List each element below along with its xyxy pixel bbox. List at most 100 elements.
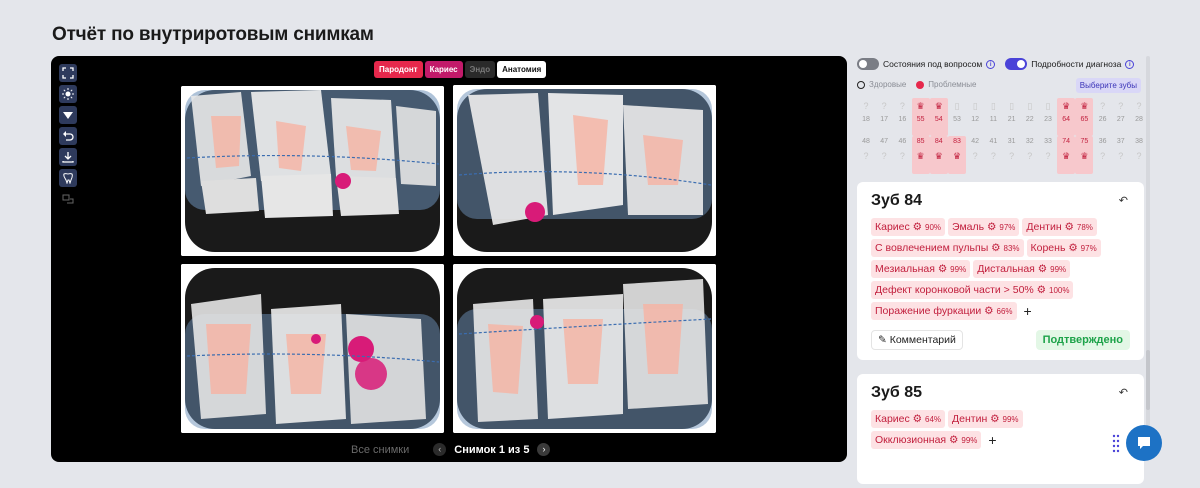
tooth-unknown-icon: ▯ [990,101,996,111]
prev-image-button[interactable]: ‹ [433,443,447,456]
diagnosis-tag[interactable]: Корень ⚙ 97% [1026,239,1101,257]
tag-confidence: 64% [925,415,942,424]
tooth-37[interactable]: 37? [1112,136,1130,174]
tooth-41[interactable]: 41? [984,136,1002,174]
xray-image-4[interactable] [453,264,716,433]
tooth-12[interactable]: ▯ 12 [966,98,984,136]
tooth-54[interactable]: ♛ 54 [929,98,948,136]
filter-tab-caries[interactable]: Кариес [424,61,463,78]
drag-grip-icon[interactable] [1112,434,1120,454]
tooth-legend: Здоровые Проблемные [857,80,976,89]
diagnosis-tag[interactable]: Дистальная ⚙ 99% [973,260,1071,278]
select-teeth-button[interactable]: Выберите зубы [1075,78,1141,93]
xray-image-1[interactable] [181,86,444,256]
xray-viewer[interactable]: Пародонт Кариес Эндо Анатомия Все снимки… [51,56,847,462]
tooth-55[interactable]: ♛ 55 [911,98,930,136]
tooth-32[interactable]: 32? [1021,136,1039,174]
next-image-button[interactable]: › [537,443,551,456]
tooth-75[interactable]: 75 ♛ [1075,136,1094,174]
diagnosis-tag[interactable]: Поражение фуркации ⚙ 66% [871,302,1017,320]
diagnosis-tag[interactable]: Окклюзионная ⚙ 99% [871,431,982,449]
tooth-problem-icon: ♛ [1080,151,1089,161]
add-tag-button[interactable]: + [1020,302,1036,320]
filter-button[interactable] [59,106,77,124]
tooth-unknown-icon: ? [863,151,869,161]
tooth-74[interactable]: 74 ♛ [1057,136,1076,174]
questionable-toggle[interactable] [857,58,879,70]
tooth-16[interactable]: ? 16 [893,98,911,136]
swap-button[interactable] [59,190,77,208]
tooth-84[interactable]: 84 ♛ [929,136,948,174]
tooth-46[interactable]: 46? [893,136,911,174]
tooth-33[interactable]: 33? [1039,136,1057,174]
tooth-23[interactable]: ▯ 23 [1039,98,1057,136]
tooth-31[interactable]: 31? [1003,136,1021,174]
tooth-18[interactable]: ? 18 [857,98,875,136]
tooth-number: 54 [934,116,943,123]
tooth-number: 37 [1116,138,1125,145]
tooth-search-button[interactable] [59,169,77,187]
diagnosis-tag[interactable]: Кариес ⚙ 64% [871,410,946,428]
details-toggle[interactable] [1005,58,1028,70]
diagnosis-tag[interactable]: Дентин ⚙ 78% [1022,218,1097,236]
tooth-64[interactable]: ♛ 64 [1057,98,1076,136]
tooth-number: 84 [934,138,943,145]
tooth-83[interactable]: 83 ♛ [948,136,966,174]
info-icon[interactable]: i [986,59,996,69]
tooth-85[interactable]: 85 ♛ [911,136,930,174]
xray-image-3[interactable] [181,264,444,433]
download-icon [62,152,74,163]
tooth-unknown-icon: ? [881,101,887,111]
tooth-11[interactable]: ▯ 11 [984,98,1002,136]
info-icon[interactable]: i [1125,59,1135,69]
panel-scrollbar[interactable] [1146,56,1150,446]
tooth-number: 47 [880,138,889,145]
filter-tab-periodontal[interactable]: Пародонт [374,61,423,78]
filter-tab-anatomy[interactable]: Анатомия [497,61,547,78]
tooth-36[interactable]: 36? [1094,136,1112,174]
filter-tab-endo[interactable]: Эндо [464,61,496,78]
diagnosis-tag[interactable]: Дентин ⚙ 99% [948,410,1023,428]
tooth-unknown-icon: ? [899,151,905,161]
tooth-unknown-icon: ? [1100,151,1106,161]
tag-label: Мезиальная [875,263,935,275]
tooth-number: 42 [971,138,980,145]
add-tag-button[interactable]: + [984,431,1000,449]
tooth-search-icon [63,173,73,184]
tooth-42[interactable]: 42? [966,136,984,174]
xray-image-2[interactable] [453,85,716,256]
tooth-27[interactable]: ? 27 [1112,98,1130,136]
undo-button[interactable] [59,127,77,145]
diagnosis-tag[interactable]: Дефект коронковой части > 50% ⚙ 100% [871,281,1074,299]
diagnosis-tag[interactable]: С вовлечением пульпы ⚙ 83% [871,239,1024,257]
diagnosis-tag[interactable]: Кариес ⚙ 90% [871,218,946,236]
diagnosis-tag[interactable]: Эмаль ⚙ 97% [948,218,1020,236]
tooth-48[interactable]: 48? [857,136,875,174]
tooth-17[interactable]: ? 17 [875,98,893,136]
tag-label: С вовлечением пульпы [875,242,989,254]
tooth-problem-icon: ♛ [952,151,962,161]
all-images-link[interactable]: Все снимки [351,444,409,456]
tag-confidence: 66% [996,307,1013,316]
tooth-number: 75 [1080,138,1089,145]
tag-label: Дефект коронковой части > 50% [875,284,1034,296]
confirmed-badge[interactable]: Подтверждено [1035,330,1130,350]
scrollbar-thumb[interactable] [1146,350,1150,410]
brightness-button[interactable] [59,85,77,103]
tooth-47[interactable]: 47? [875,136,893,174]
undo-icon[interactable]: ↶ [1119,194,1128,207]
tooth-53[interactable]: ▯ 53 [948,98,966,136]
tooth-unknown-icon: ▯ [972,101,978,111]
download-button[interactable] [59,148,77,166]
diagnosis-tag[interactable]: Мезиальная ⚙ 99% [871,260,971,278]
tooth-21[interactable]: ▯ 21 [1003,98,1021,136]
undo-icon[interactable]: ↶ [1119,386,1128,399]
tooth-22[interactable]: ▯ 22 [1021,98,1039,136]
chat-button[interactable] [1126,425,1162,461]
card-footer: ✎ Комментарий Подтверждено [871,330,1130,350]
comment-button[interactable]: ✎ Комментарий [871,330,963,350]
tag-confidence: 100% [1049,286,1070,295]
expand-button[interactable] [59,64,77,82]
tooth-26[interactable]: ? 26 [1094,98,1112,136]
tooth-65[interactable]: ♛ 65 [1075,98,1094,136]
